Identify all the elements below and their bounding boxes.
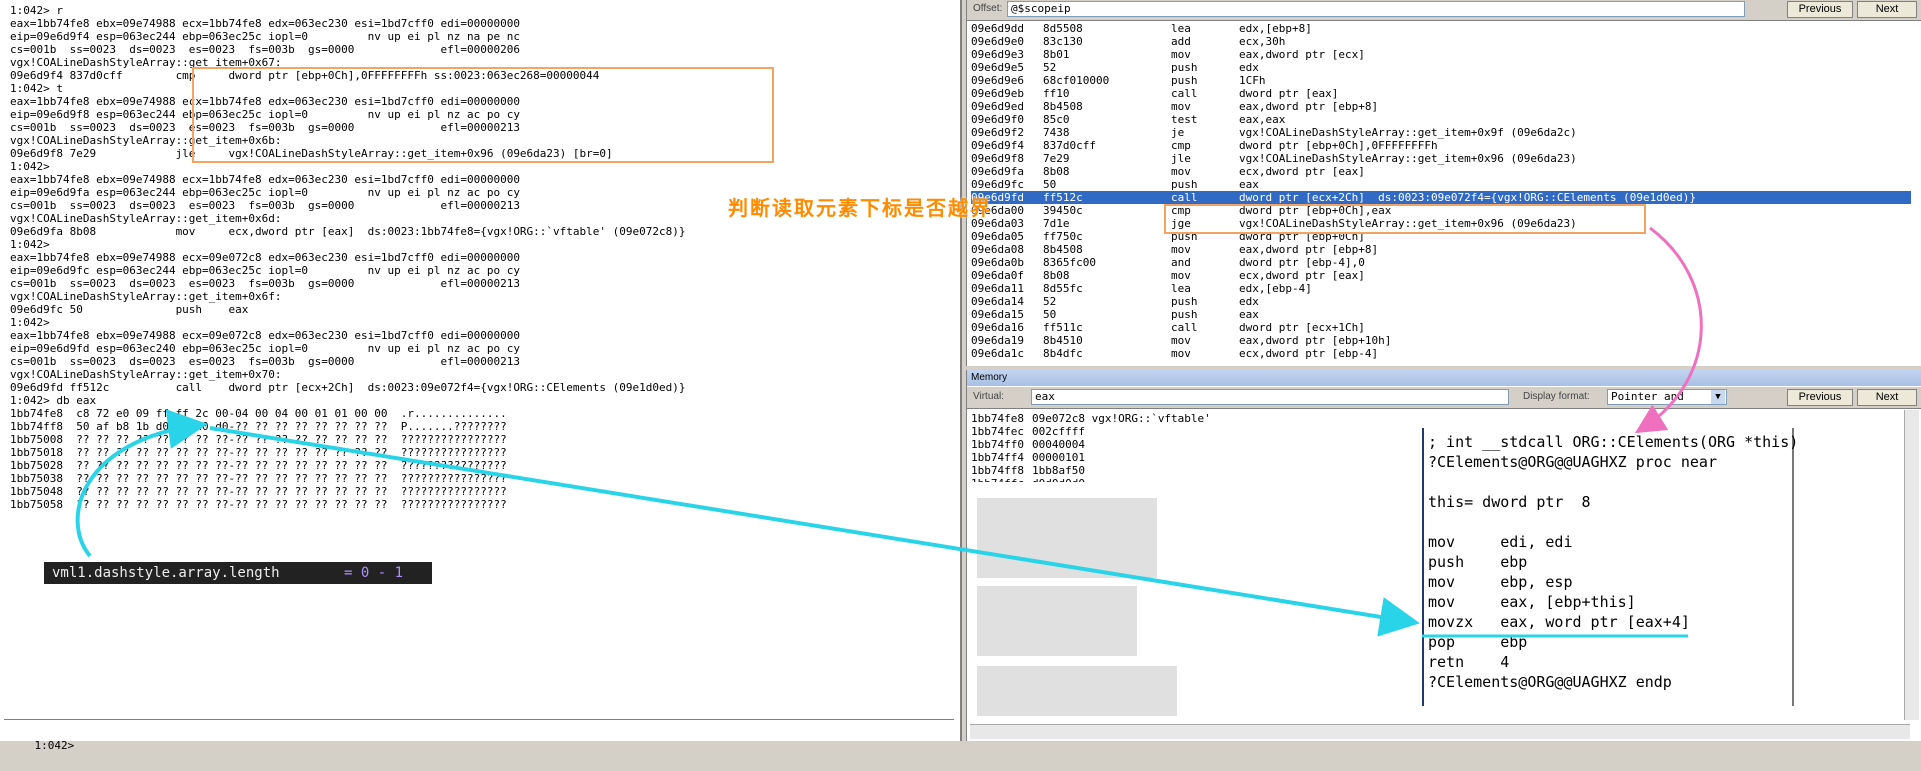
arrow-jge-to-code	[1634, 226, 1703, 434]
annotation-arrows	[75, 226, 1703, 638]
arrow-length-to-bytes	[75, 409, 208, 558]
arrow-bytes-to-movzx	[209, 426, 1420, 637]
